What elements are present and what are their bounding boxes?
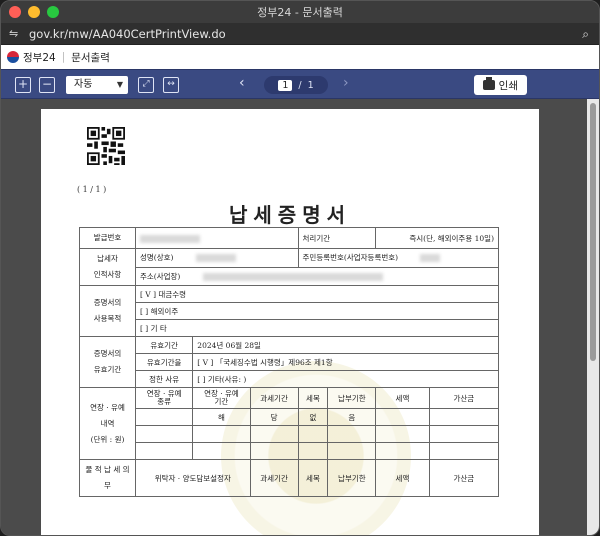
window-title: 정부24 - 문서출력: [257, 6, 343, 19]
minimize-window-button[interactable]: [28, 6, 40, 18]
seizure-label: 물 적 납 세 의 무: [79, 459, 136, 497]
validity-reason-label-2: 정한 사유: [134, 370, 194, 388]
validity-reason-other: [ ] 기타(사유: ): [192, 370, 499, 388]
maximize-window-button[interactable]: [47, 6, 59, 18]
fit-page-button[interactable]: ⤢: [138, 77, 154, 93]
current-page-input[interactable]: 1: [278, 79, 293, 91]
deferral-col-surcharge: 가산금: [428, 387, 500, 409]
prev-page-button[interactable]: ‹: [239, 75, 245, 91]
empty-mark: 음: [327, 408, 377, 426]
chevron-down-icon: ▼: [116, 80, 123, 89]
deferral-label: 연장 · 유예 내역 (단위 : 원): [79, 387, 136, 460]
purpose-option-emigration: [ ] 해외이주: [135, 302, 499, 320]
next-page-button[interactable]: ›: [343, 75, 349, 91]
validity-period-label: 유효기간: [134, 336, 194, 354]
viewer-toolbar: + − 자동 ▼ ⤢ ↔ ‹ 1 / 1 › 인쇄: [1, 69, 599, 99]
seizure-col-surcharge: 가산금: [428, 459, 500, 497]
deferral-col-amount: 세액: [375, 387, 430, 409]
seizure-col-tax-period: 과세기간: [249, 459, 299, 497]
proc-label: 처리기간: [297, 227, 377, 249]
printer-icon: [482, 77, 495, 90]
seizure-col-tax-item: 세목: [297, 459, 329, 497]
taxpayer-label: 납세자 인적사항: [79, 248, 136, 286]
document-page: ( 1 / 1 ) 납세증명서 발급번호 처리기간 즉시(단, 해외이주용 10…: [41, 109, 539, 535]
purpose-option-payment: [ V ] 대금수령: [135, 285, 499, 303]
browser-window: 정부24 - 문서출력 ⇋ gov.kr/mw/AA040CertPrintVi…: [0, 0, 600, 536]
deferral-col-tax-period: 과세기간: [249, 387, 299, 409]
seizure-col-trustor: 위탁자 · 양도담보설정자: [135, 459, 251, 497]
fit-width-button[interactable]: ↔: [163, 77, 179, 93]
zoom-out-button[interactable]: −: [39, 77, 55, 93]
deferral-col-tax-item: 세목: [297, 387, 329, 409]
zoom-in-button[interactable]: +: [15, 77, 31, 93]
id-label: 주민등록번호(사업자등록번호): [302, 253, 399, 263]
print-button[interactable]: 인쇄: [473, 75, 527, 95]
site-settings-icon[interactable]: ⇋: [9, 27, 25, 40]
total-pages: 1: [307, 79, 314, 91]
issue-no-value-redacted: [140, 234, 200, 243]
title-bar: 정부24 - 문서출력: [1, 1, 599, 23]
validity-reason-label: 유효기간을: [134, 353, 194, 371]
search-icon[interactable]: ⌕: [582, 27, 589, 42]
issue-no-label: 발급번호: [79, 227, 136, 249]
seizure-col-due: 납부기한: [327, 459, 377, 497]
address-redacted: [202, 272, 383, 281]
deferral-col-due: 납부기한: [327, 387, 377, 409]
purpose-label: 증명서의 사용목적: [79, 285, 136, 337]
validity-label: 증명서의 유효기간: [79, 336, 136, 388]
close-window-button[interactable]: [9, 6, 21, 18]
empty-mark: 해: [192, 408, 251, 426]
site-name[interactable]: 정부24: [23, 50, 56, 65]
seizure-col-amount: 세액: [375, 459, 430, 497]
validity-reason-value: [ V ] 「국세징수법 시행령」제96조 제1항: [192, 353, 499, 371]
deferral-col-period: 연장 · 유예 기간: [192, 387, 251, 409]
header-divider: |: [61, 51, 66, 63]
address-label: 주소(사업장): [140, 271, 181, 281]
empty-mark: 당: [249, 408, 299, 426]
purpose-option-other: [ ] 기 타: [135, 319, 499, 337]
zoom-value: 자동: [74, 79, 93, 90]
print-label: 인쇄: [498, 79, 518, 92]
id-redacted: [420, 254, 441, 263]
site-header: 정부24 | 문서출력: [1, 45, 599, 69]
page-indicator: 1 / 1: [264, 76, 328, 94]
page-separator: /: [298, 79, 302, 91]
gov-logo-icon: [7, 51, 19, 63]
qr-code-icon: [87, 127, 125, 165]
document-title: 납세증명서: [229, 203, 351, 227]
certificate-table: 발급번호 처리기간 즉시(단, 해외이주용 10일) 납세자 인적사항 성명(상…: [79, 227, 500, 497]
url-text[interactable]: gov.kr/mw/AA040CertPrintView.do: [29, 27, 226, 41]
name-label: 성명(상호): [140, 253, 174, 263]
url-bar[interactable]: ⇋ gov.kr/mw/AA040CertPrintView.do ⌕: [1, 23, 599, 45]
empty-mark: 없: [297, 408, 329, 426]
scrollbar-thumb[interactable]: [590, 103, 596, 361]
zoom-select[interactable]: 자동 ▼: [66, 76, 128, 94]
window-controls: [9, 6, 59, 18]
proc-value: 즉시(단, 해외이주용 10일): [375, 227, 499, 249]
page-number-text: ( 1 / 1 ): [77, 185, 107, 194]
deferral-col-type: 연장 · 유예 종류: [134, 387, 194, 409]
section-title: 문서출력: [71, 51, 110, 64]
name-redacted: [195, 254, 236, 263]
validity-period-value: 2024년 06월 28일: [192, 336, 499, 354]
